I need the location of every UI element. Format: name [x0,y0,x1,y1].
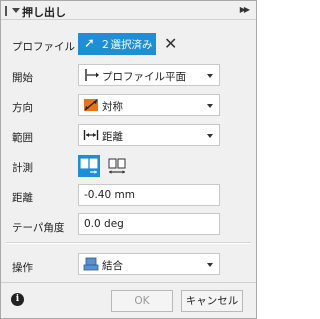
start-label: 開始 [12,72,33,84]
title-bar[interactable]: 押し出し ▶▶ [1,1,256,20]
start-value: プロファイル平面 [102,71,186,83]
direction-value: 対称 [102,101,123,113]
taper-angle-label: テーパ角度 [12,222,65,234]
cancel-button[interactable]: キャンセル [181,290,243,312]
cursor-arrow-icon: ➚ [84,36,95,51]
chevron-down-icon [207,263,213,267]
clear-selection-icon[interactable]: ✕ [164,34,177,53]
measure-symmetric-button[interactable] [78,155,100,177]
chevron-down-icon [207,134,213,138]
dialog-title: 押し出し [22,6,66,19]
dialog-footer: i OK キャンセル [1,282,256,318]
profile-selection-text: ２選択済み [100,39,153,51]
profile-plane-icon [85,69,99,81]
half-length-icon [80,158,98,174]
operation-label: 操作 [12,262,33,274]
extent-dropdown[interactable]: 距離 [78,124,220,146]
start-dropdown[interactable]: プロファイル平面 [78,64,220,86]
extent-label: 範囲 [12,132,33,144]
operation-value: 結合 [102,260,123,272]
join-icon [83,257,99,271]
distance-icon [83,130,99,140]
info-icon[interactable]: i [11,293,24,306]
chevron-down-icon [207,104,213,108]
whole-length-icon [108,158,126,174]
distance-input[interactable]: -0.40 mm [78,184,220,206]
direction-dropdown[interactable]: 対称 [78,94,220,116]
profile-label: プロファイル [12,41,75,53]
taper-angle-input[interactable]: 0.0 deg [78,213,220,235]
direction-label: 方向 [12,102,33,114]
drag-handle-icon[interactable] [5,6,7,16]
profile-selection-button[interactable]: ➚ ２選択済み [78,33,156,55]
measure-whole-button[interactable] [106,155,128,177]
collapse-icon[interactable] [12,8,20,13]
separator [6,242,251,244]
distance-label: 距離 [12,192,33,204]
extrude-dialog: 押し出し ▶▶ プロファイル ➚ ２選択済み ✕ 開始 プロファイル平面 方向 … [0,0,257,319]
extent-value: 距離 [102,131,123,143]
chevron-down-icon [207,74,213,78]
symmetric-icon [84,99,98,111]
operation-dropdown[interactable]: 結合 [78,253,220,275]
ok-button[interactable]: OK [111,290,173,312]
expand-icon[interactable]: ▶▶ [240,5,250,14]
measure-label: 計測 [12,162,33,174]
